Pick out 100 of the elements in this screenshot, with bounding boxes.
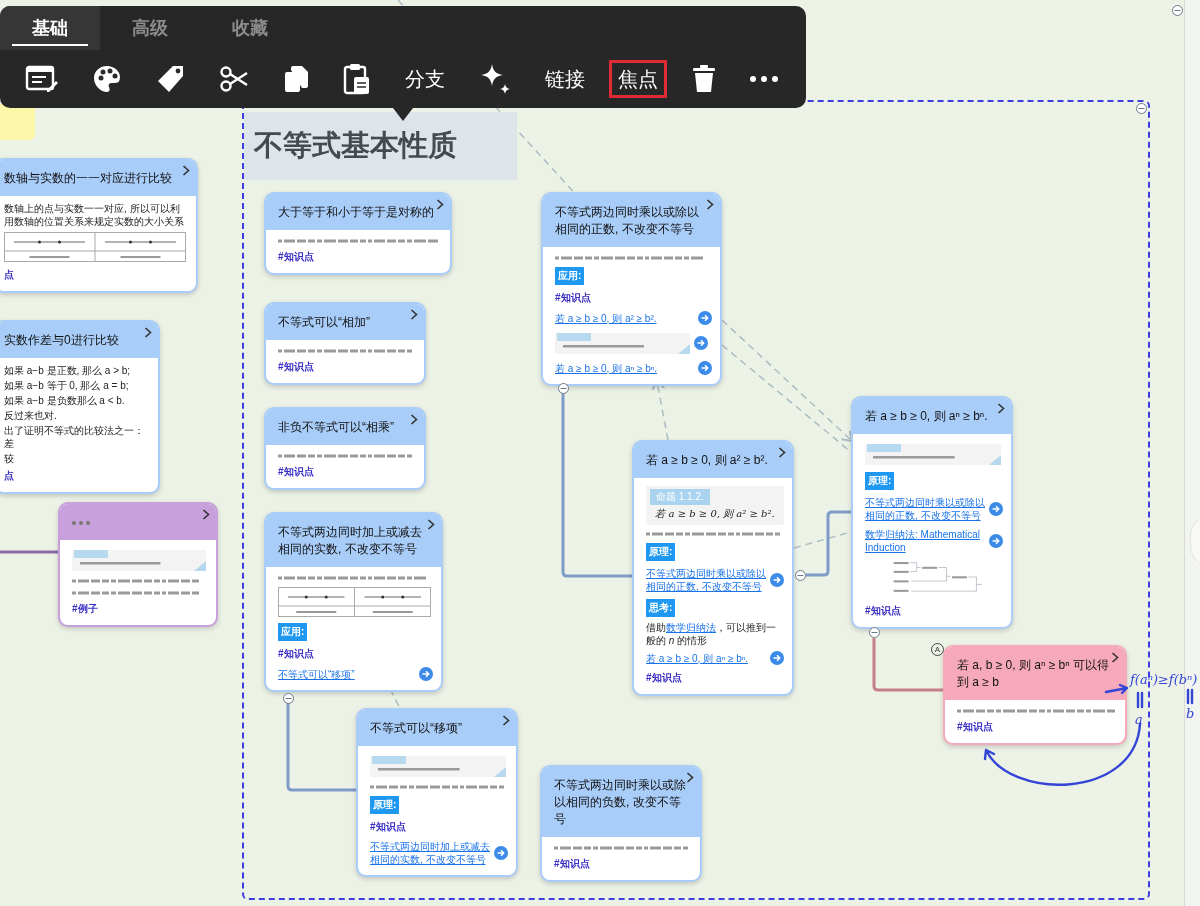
tag-link[interactable]: #知识点 [278,250,314,264]
node-link[interactable]: 不等式两边同时乘以或除以相同的正数, 不改变不等号 [646,567,766,593]
node-link[interactable]: 若 a ≥ b ≥ 0, 则 aⁿ ≥ bⁿ. [646,651,766,665]
tag-link[interactable]: 点 [4,469,14,483]
body-text: 如果 a−b 等于 0, 那么 a = b; [4,379,130,392]
card-title: 数轴与实数的一一对应进行比较 [4,171,172,185]
node-card[interactable]: 若 a, b ≥ 0, 则 aⁿ ≥ bⁿ 可以得到 a ≥ b #知识点 [943,645,1127,745]
arrow-circle-icon[interactable] [494,846,508,860]
node-link[interactable]: 不等式可以“移项” [278,667,415,681]
collapse-button[interactable] [869,627,880,638]
ink-arrow [1104,683,1129,695]
marker-badge: A [931,643,944,656]
arrow-circle-icon[interactable] [989,502,1003,516]
card-title: 实数作差与0进行比较 [4,333,119,347]
node-card[interactable]: 非负不等式可以“相乘” #知识点 [264,407,426,490]
dots-icon [72,520,90,525]
node-card[interactable]: 不等式两边同时乘以或除以相同的负数, 改变不等号 #知识点 [540,765,702,882]
node-card[interactable]: 不等式两边同时加上或减去相同的实数, 不改变不等号 应用: #知识点 不等式可以“移项” [264,512,443,692]
collapse-button[interactable] [558,383,569,394]
arrow-circle-icon[interactable] [698,311,712,325]
scissors-icon [218,64,249,94]
section-label: 思考: [646,599,676,617]
tag-link[interactable]: #知识点 [370,820,406,834]
body-text: 如果 a−b 是正数, 那么 a > b; [4,364,132,377]
chevron-icon[interactable] [427,519,435,530]
tag-link[interactable]: #知识点 [957,720,993,734]
card-title: 若 a ≥ b ≥ 0, 则 a² ≥ b². [646,453,768,467]
palette-icon [92,64,123,94]
chevron-icon[interactable] [410,414,418,425]
node-card[interactable]: 不等式可以“移项” 原理: #知识点 不等式两边同时加上或减去相同的实数, 不改变不等号 [356,708,518,877]
tag-link[interactable]: #知识点 [278,465,314,479]
tab[interactable]: 高级 [100,6,200,50]
node-card[interactable]: 大于等于和小于等于是对称的 #知识点 [264,192,452,275]
body-text: 较 [4,452,15,465]
chevron-icon[interactable] [997,403,1005,414]
handwritten-text: b [1186,706,1195,721]
chevron-icon[interactable] [502,715,510,726]
arrow-circle-icon[interactable] [770,573,784,587]
note-edit-icon [25,64,59,94]
tag-link[interactable]: #知识点 [278,360,314,374]
arrow-circle-icon[interactable] [698,361,712,375]
tab[interactable]: 基础 [0,6,100,50]
chevron-icon[interactable] [410,309,418,320]
tag-link[interactable]: #例子 [72,602,98,616]
inline-link[interactable]: 数学归纳法 [666,622,716,633]
collapse-button[interactable] [1172,5,1183,16]
chevron-icon[interactable] [182,165,190,176]
section-label: 应用: [278,623,308,641]
chevron-icon[interactable] [144,327,152,338]
toolbar-button[interactable]: 分支 [395,60,454,98]
card-title: 大于等于和小于等于是对称的 [278,205,434,219]
tab[interactable]: 收藏 [200,6,300,50]
card-title: 不等式可以“相加” [278,315,370,329]
chevron-icon[interactable] [1111,652,1119,663]
node-card[interactable]: 不等式可以“相加” #知识点 [264,302,426,385]
node-card[interactable]: #例子 [58,502,218,627]
node-link[interactable]: 数学归纳法: Mathematical Induction [865,528,985,554]
chevron-icon[interactable] [202,509,210,520]
node-link[interactable]: 若 a ≥ b ≥ 0, 则 aⁿ ≥ bⁿ. [555,361,694,375]
tag-link[interactable]: #知识点 [554,857,590,871]
collapse-button[interactable] [1136,103,1147,114]
node-link[interactable]: 若 a ≥ b ≥ 0, 则 a² ≥ b². [555,311,694,325]
sticky-note[interactable] [0,104,35,140]
card-title: 不等式可以“移项” [370,721,462,735]
chevron-icon[interactable] [436,199,444,210]
node-card[interactable]: 不等式两边同时乘以或除以相同的正数, 不改变不等号 应用: #知识点 若 a ≥ b ≥ 0, 则 a² ≥ b². 若 a ≥ b ≥ 0, 则 aⁿ ≥ bⁿ. [541,192,722,386]
node-link[interactable]: 不等式两边同时加上或减去相同的实数, 不改变不等号 [370,840,490,866]
trash-icon [691,64,716,94]
proposition-text: 若 a ≥ b ≥ 0, 则 a² ≥ b². [654,507,776,521]
tag-link[interactable]: 点 [4,268,14,282]
chevron-icon[interactable] [686,772,694,783]
tag-link[interactable]: #知识点 [278,647,314,661]
arrow-circle-icon[interactable] [770,651,784,665]
toolbar-button[interactable]: 焦点 [609,60,668,98]
card-title: 不等式两边同时乘以或除以相同的正数, 不改变不等号 [555,205,699,236]
copy-icon [282,64,311,94]
more-icon [748,75,779,83]
tag-link[interactable]: #知识点 [555,291,591,305]
node-card[interactable]: 数轴与实数的一一对应进行比较 数轴上的点与实数一一对应, 所以可以利用数轴的位置关系来规定实数的大小关系 点 [0,158,198,293]
arrow-circle-icon[interactable] [419,667,433,681]
collapse-button[interactable] [795,570,806,581]
section-label: 原理: [865,472,895,490]
node-link[interactable]: 不等式两边同时乘以或除以相同的正数, 不改变不等号 [865,496,985,522]
collapse-button[interactable] [283,693,294,704]
tag-link[interactable]: #知识点 [865,604,901,618]
toolbar-button[interactable]: 链接 [536,60,595,98]
equals-mark [1136,691,1144,709]
body-text: 如果 a−b 是负数那么 a < b. [4,394,126,407]
card-title: 若 a ≥ b ≥ 0, 则 aⁿ ≥ bⁿ. [865,409,988,423]
body-text: 数轴上的点与实数一一对应, 所以可以利用数轴的位置关系来规定实数的大小关系 [4,202,185,228]
connector-line [872,638,943,692]
node-card[interactable]: 若 a ≥ b ≥ 0, 则 aⁿ ≥ bⁿ. 原理: 不等式两边同时乘以或除以相同的正数, 不改变不等号 数学归纳法: Mathematical Induction #知识点 [851,396,1013,629]
node-card[interactable]: 实数作差与0进行比较 如果 a−b 是正数, 那么 a > b; 如果 a−b 等于 0, 那么 a = b; 如果 a−b 是负数那么 a < b. 反过来也对. 出了证明不等式的比较法之一：差 较 点 [0,320,160,494]
node-card[interactable]: 若 a ≥ b ≥ 0, 则 a² ≥ b². 命题 1.1.2. 若 a ≥ b ≥ 0, 则 a² ≥ b². 原理: 不等式两边同时乘以或除以相同的正数, 不改变不等号 思考: 借助数学归纳法，可以推到一般的 n 的情形 若 a ≥ b ≥ 0, 则 aⁿ ≥ bⁿ. #知识点 [632,440,794,696]
chevron-icon[interactable] [706,199,714,210]
section-label: 原理: [646,543,676,561]
arrow-circle-icon[interactable] [989,534,1003,548]
chevron-icon[interactable] [778,447,786,458]
tag-link[interactable]: #知识点 [646,671,682,685]
arrow-circle-icon[interactable] [694,336,708,350]
